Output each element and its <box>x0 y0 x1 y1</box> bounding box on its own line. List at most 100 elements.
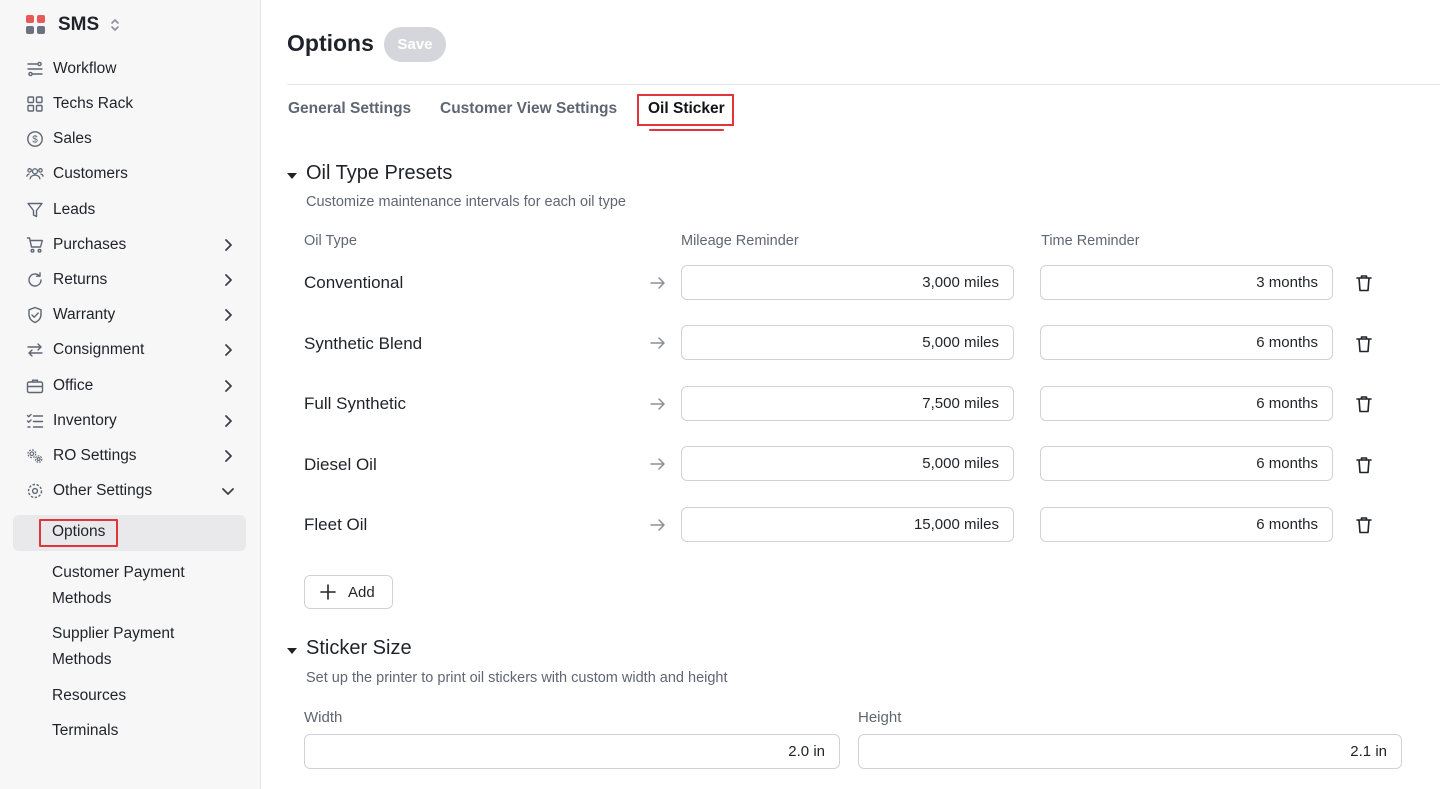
sidebar-item-label: Purchases <box>53 236 127 253</box>
sticker-width-input[interactable]: 2.0 in <box>304 734 840 769</box>
chevron-right-icon <box>220 413 236 429</box>
sticker-height-input[interactable]: 2.1 in <box>858 734 1402 769</box>
main-content: Options Save General Settings Customer V… <box>261 0 1440 789</box>
sidebar-item-purchases[interactable]: Purchases <box>0 229 261 261</box>
column-header-time: Time Reminder <box>1041 233 1140 249</box>
time-reminder-input[interactable]: 6 months <box>1040 507 1333 542</box>
dollar-circle-icon: $ <box>26 130 44 148</box>
briefcase-icon <box>26 377 44 395</box>
sidebar-item-label: Sales <box>53 130 92 147</box>
sidebar-subitem-label: Methods <box>52 590 112 607</box>
sidebar-item-customers[interactable]: Customers <box>0 158 261 190</box>
caret-down-icon[interactable] <box>287 648 297 654</box>
tab-general-settings[interactable]: General Settings <box>288 98 411 120</box>
sidebar-item-workflow[interactable]: Workflow <box>0 53 261 85</box>
chevron-right-icon <box>220 307 236 323</box>
swap-icon <box>26 341 44 359</box>
time-reminder-input[interactable]: 6 months <box>1040 446 1333 481</box>
section-description-sticker-size: Set up the printer to print oil stickers… <box>306 670 728 686</box>
add-button-label: Add <box>348 583 375 601</box>
trash-icon[interactable] <box>1354 394 1374 414</box>
column-header-oil-type: Oil Type <box>304 233 357 249</box>
shield-check-icon <box>26 306 44 324</box>
tab-active-underline <box>649 129 724 131</box>
arrow-right-icon <box>650 396 666 412</box>
trash-icon[interactable] <box>1354 273 1374 293</box>
sidebar-subitem-label: Customer Payment <box>52 564 185 581</box>
chevron-up-down-icon <box>109 16 121 34</box>
column-header-mileage: Mileage Reminder <box>681 233 799 249</box>
tab-customer-view-settings[interactable]: Customer View Settings <box>440 98 617 120</box>
sidebar-item-label: Inventory <box>53 412 117 429</box>
sidebar-item-inventory[interactable]: Inventory <box>0 405 261 437</box>
sidebar-item-label: Leads <box>53 201 96 218</box>
trash-icon[interactable] <box>1354 455 1374 475</box>
plus-icon <box>319 583 337 601</box>
mileage-reminder-input[interactable]: 5,000 miles <box>681 446 1014 481</box>
svg-text:$: $ <box>32 135 38 146</box>
chevron-right-icon <box>220 272 236 288</box>
oil-type-label: Diesel Oil <box>304 455 377 474</box>
arrow-right-icon <box>650 517 666 533</box>
mileage-reminder-input[interactable]: 5,000 miles <box>681 325 1014 360</box>
sidebar-subitem-resources[interactable]: Resources <box>52 683 242 709</box>
chevron-right-icon <box>220 448 236 464</box>
chevron-right-icon <box>220 237 236 253</box>
arrow-right-icon <box>650 275 666 291</box>
sidebar-subitem-label: Methods <box>52 651 112 668</box>
sidebar-subitem-customer-payment-methods[interactable]: Customer Payment Methods <box>52 560 242 612</box>
trash-icon[interactable] <box>1354 334 1374 354</box>
sidebar-item-label: RO Settings <box>53 447 137 464</box>
sidebar-subitem-terminals[interactable]: Terminals <box>52 718 242 744</box>
sidebar-item-label: Workflow <box>53 60 117 77</box>
sidebar-item-office[interactable]: Office <box>0 370 261 402</box>
refresh-icon <box>26 271 44 289</box>
chevron-right-icon <box>220 342 236 358</box>
height-label: Height <box>858 709 902 726</box>
section-title-oil-presets: Oil Type Presets <box>306 162 453 184</box>
brand-name: SMS <box>58 14 100 35</box>
page-title: Options <box>287 30 374 56</box>
sidebar-subitem-label: Supplier Payment <box>52 625 175 642</box>
oil-type-label: Synthetic Blend <box>304 334 423 353</box>
workflow-icon <box>26 60 44 78</box>
sidebar-item-returns[interactable]: Returns <box>0 264 261 296</box>
caret-down-icon[interactable] <box>287 173 297 179</box>
sidebar: SMS Workflow Techs Rack $ Sales Customer… <box>0 0 261 789</box>
sidebar-subitem-options[interactable]: Options <box>52 519 242 545</box>
users-icon <box>26 165 44 183</box>
sidebar-item-sales[interactable]: $ Sales <box>0 123 261 155</box>
sidebar-item-ro-settings[interactable]: RO Settings <box>0 440 261 472</box>
mileage-reminder-input[interactable]: 3,000 miles <box>681 265 1014 300</box>
sidebar-item-label: Customers <box>53 165 128 182</box>
mileage-reminder-input[interactable]: 7,500 miles <box>681 386 1014 421</box>
list-check-icon <box>26 412 44 430</box>
sidebar-item-label: Returns <box>53 271 108 288</box>
chevron-down-icon <box>220 483 236 499</box>
sidebar-subitem-supplier-payment-methods[interactable]: Supplier Payment Methods <box>52 621 242 673</box>
funnel-icon <box>26 201 44 219</box>
oil-type-label: Fleet Oil <box>304 515 368 534</box>
grid-icon <box>26 95 44 113</box>
sidebar-item-leads[interactable]: Leads <box>0 194 261 226</box>
chevron-right-icon <box>220 378 236 394</box>
sidebar-item-label: Warranty <box>53 306 116 323</box>
sidebar-item-consignment[interactable]: Consignment <box>0 334 261 366</box>
save-button[interactable]: Save <box>384 27 446 62</box>
sidebar-item-other-settings[interactable]: Other Settings <box>0 475 261 507</box>
sidebar-item-warranty[interactable]: Warranty <box>0 299 261 331</box>
trash-icon[interactable] <box>1354 515 1374 535</box>
time-reminder-input[interactable]: 3 months <box>1040 265 1333 300</box>
brand-logo-icon <box>26 15 46 35</box>
time-reminder-input[interactable]: 6 months <box>1040 325 1333 360</box>
tab-oil-sticker[interactable]: Oil Sticker <box>648 98 725 120</box>
oil-type-label: Full Synthetic <box>304 394 407 413</box>
sidebar-item-techs-rack[interactable]: Techs Rack <box>0 88 261 120</box>
brand-switcher[interactable]: SMS <box>26 12 121 38</box>
add-oil-type-button[interactable]: Add <box>304 575 393 609</box>
time-reminder-input[interactable]: 6 months <box>1040 386 1333 421</box>
sidebar-item-label: Techs Rack <box>53 95 134 112</box>
mileage-reminder-input[interactable]: 15,000 miles <box>681 507 1014 542</box>
oil-type-label: Conventional <box>304 273 404 292</box>
sidebar-item-label: Office <box>53 377 94 394</box>
